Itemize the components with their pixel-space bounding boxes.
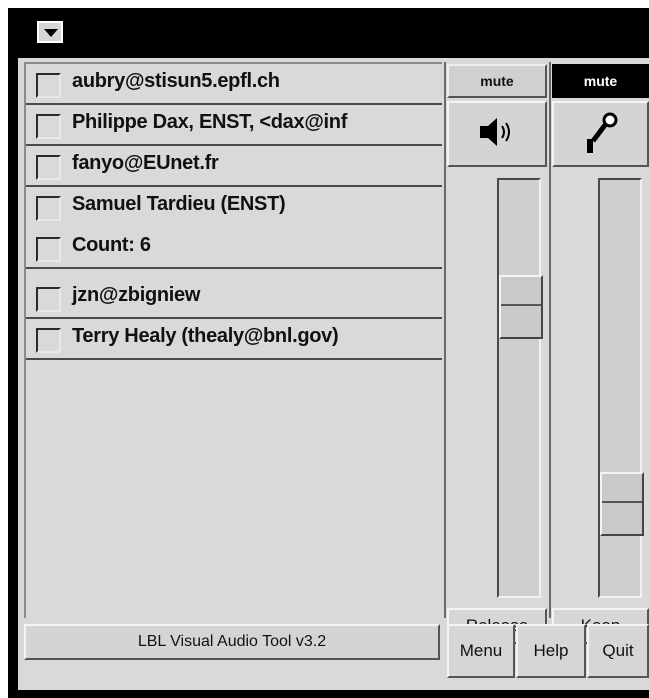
- quit-button[interactable]: Quit: [587, 624, 649, 678]
- list-item[interactable]: jzn@zbigniew: [26, 278, 442, 319]
- participant-checkbox[interactable]: [36, 287, 61, 312]
- microphone-mute-button[interactable]: mute: [552, 64, 649, 98]
- speaker-icon: [477, 115, 517, 153]
- list-item[interactable]: Count: 6: [26, 228, 442, 269]
- microphone-button[interactable]: [552, 101, 649, 167]
- list-item[interactable]: Philippe Dax, ENST, <dax@inf: [26, 105, 442, 146]
- participant-name: Samuel Tardieu (ENST): [72, 193, 286, 215]
- participant-name: Philippe Dax, ENST, <dax@inf: [72, 111, 348, 133]
- participant-checkbox[interactable]: [36, 155, 61, 180]
- speaker-button[interactable]: [447, 101, 547, 167]
- list-item[interactable]: Terry Healy (thealy@bnl.gov): [26, 319, 442, 360]
- speaker-mute-button[interactable]: mute: [447, 64, 547, 98]
- participant-checkbox[interactable]: [36, 114, 61, 139]
- speaker-volume-handle[interactable]: [499, 275, 543, 339]
- microphone-icon: [581, 109, 621, 159]
- participant-name: aubry@stisun5.epfl.ch: [72, 70, 280, 92]
- participant-name: jzn@zbigniew: [72, 284, 201, 306]
- window-menu-button[interactable]: [36, 20, 64, 44]
- title-bar: [8, 8, 649, 54]
- list-item[interactable]: Samuel Tardieu (ENST): [26, 187, 442, 226]
- list-item[interactable]: fanyo@EUnet.fr: [26, 146, 442, 187]
- participant-count: Count: 6: [72, 234, 151, 256]
- participant-checkbox[interactable]: [36, 328, 61, 353]
- participant-checkbox[interactable]: [36, 237, 61, 262]
- participant-name: Terry Healy (thealy@bnl.gov): [72, 325, 339, 347]
- status-label: LBL Visual Audio Tool v3.2: [24, 624, 440, 660]
- participant-name: fanyo@EUnet.fr: [72, 152, 219, 174]
- menu-button[interactable]: Menu: [447, 624, 515, 678]
- participant-checkbox[interactable]: [36, 196, 61, 221]
- help-button[interactable]: Help: [516, 624, 586, 678]
- microphone-volume-handle[interactable]: [600, 472, 644, 536]
- down-triangle-icon: [44, 29, 58, 37]
- participant-checkbox[interactable]: [36, 73, 61, 98]
- microphone-volume-slider[interactable]: [598, 178, 644, 598]
- list-item[interactable]: aubry@stisun5.epfl.ch: [26, 64, 442, 105]
- participant-list: aubry@stisun5.epfl.ch Philippe Dax, ENST…: [24, 62, 442, 618]
- speaker-volume-slider[interactable]: [497, 178, 543, 598]
